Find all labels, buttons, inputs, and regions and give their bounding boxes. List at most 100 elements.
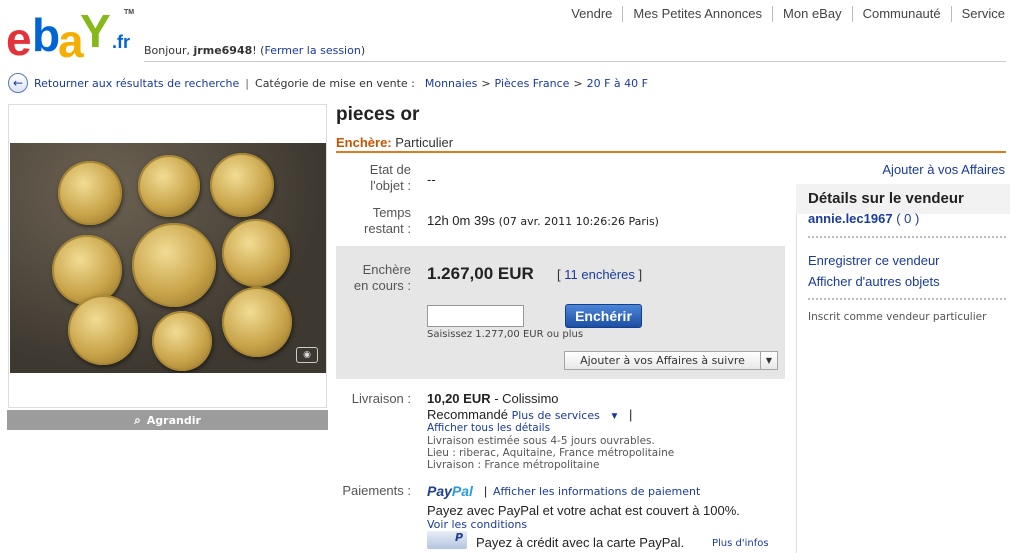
greeting-close: ): [360, 44, 366, 57]
shipping-label: Livraison :: [351, 391, 411, 406]
bid-amount-input[interactable]: [427, 305, 524, 327]
triangle-down-icon[interactable]: ▼: [609, 411, 619, 422]
coin: [52, 235, 122, 305]
breadcrumb-coins[interactable]: Monnaies: [425, 77, 477, 90]
more-services-link[interactable]: Plus de services: [512, 409, 600, 422]
coin: [68, 295, 138, 365]
delivery-region: Livraison : France métropolitaine: [427, 459, 600, 471]
logo-letter-a: a: [58, 15, 84, 67]
shipping-pipe: |: [629, 407, 633, 422]
payment-pipe: |: [484, 484, 488, 498]
time-label-line-2: restant :: [364, 221, 411, 236]
coin: [222, 287, 292, 357]
bid-count-open: [: [557, 267, 561, 282]
breadcrumb-arrow: >: [481, 76, 491, 90]
seller-divider: [808, 298, 1006, 300]
coin: [210, 153, 274, 217]
condition-label: Etat de l'objet :: [346, 162, 411, 194]
coin: [138, 155, 200, 217]
paypal-coverage: Payez avec PayPal et votre achat est cou…: [427, 503, 740, 518]
listing-type-label: Enchère:: [336, 135, 392, 150]
paypal-logo-pal: Pal: [451, 483, 473, 499]
shipping-details-link[interactable]: Afficher tous les détails: [427, 422, 550, 434]
condition-value: --: [427, 172, 436, 187]
nav-service[interactable]: Service: [950, 6, 1005, 22]
add-to-watchlist-link[interactable]: Ajouter à vos Affaires: [882, 162, 1005, 177]
item-location: Lieu : riberac, Aquitaine, France métrop…: [427, 447, 675, 459]
logo-letter-e: e: [6, 13, 32, 65]
chevron-down-icon[interactable]: ▼: [761, 352, 777, 369]
minimum-bid-hint: Saisissez 1.277,00 EUR ou plus: [427, 329, 584, 340]
seller-feedback-score[interactable]: ( 0 ): [896, 211, 919, 226]
logo-tld: .fr: [112, 32, 130, 52]
breadcrumb-arrow: >: [573, 76, 583, 90]
nav-community[interactable]: Communauté: [851, 6, 951, 22]
nav-classifieds[interactable]: Mes Petites Annonces: [622, 6, 772, 22]
condition-label-line-2: l'objet :: [370, 178, 411, 193]
coin: [152, 311, 212, 371]
seller-registration: Inscrit comme vendeur particulier: [808, 311, 987, 323]
category-label: Catégorie de mise en vente :: [255, 76, 415, 90]
breadcrumb: ← Retourner aux résultats de recherche |…: [8, 72, 648, 94]
coin: [222, 219, 290, 287]
delivery-estimate: Livraison estimée sous 4-5 jours ouvrabl…: [427, 435, 655, 447]
nav-my-ebay[interactable]: Mon eBay: [772, 6, 852, 22]
title-divider: [336, 151, 1006, 153]
breadcrumb-french-coins[interactable]: Pièces France: [495, 77, 570, 90]
shipping-price: 10,20 EUR: [427, 391, 491, 406]
shipping-cost: 10,20 EUR - Colissimo: [427, 391, 559, 406]
top-nav: Vendre Mes Petites Annonces Mon eBay Com…: [561, 6, 1005, 22]
current-bid-label: Enchère en cours :: [346, 262, 411, 294]
save-seller-link[interactable]: Enregistrer ce vendeur: [808, 253, 940, 268]
paypal-logo: PayPal: [427, 483, 473, 499]
breadcrumb-separator: |: [245, 76, 250, 90]
time-remaining-value: 12h 0m 39s: [427, 213, 495, 228]
time-label: Temps restant :: [346, 205, 411, 237]
logout-link[interactable]: Fermer la session: [264, 44, 360, 57]
place-bid-button[interactable]: Enchérir: [565, 304, 642, 328]
add-to-watchlist-button[interactable]: Ajouter à vos Affaires à suivre ▼: [564, 351, 778, 370]
listing-type-value: Particulier: [395, 135, 454, 150]
nav-sell[interactable]: Vendre: [561, 6, 622, 22]
listing-type: Enchère: Particulier: [336, 135, 453, 150]
shipping-method-1: - Colissimo: [494, 391, 559, 406]
payment-info-link[interactable]: Afficher les informations de paiement: [493, 486, 700, 498]
current-bid-price: 1.267,00 EUR: [427, 264, 534, 283]
ebay-logo[interactable]: e b a Y .fr TM: [6, 5, 136, 67]
logo-letter-b: b: [32, 9, 60, 61]
item-title: pieces or: [336, 104, 420, 125]
username: jrme6948: [193, 44, 253, 57]
enlarge-button[interactable]: ⌕ Agrandir: [7, 410, 328, 430]
back-arrow-icon[interactable]: ←: [8, 73, 28, 93]
logo-trademark: TM: [124, 9, 135, 16]
payment-label: Paiements :: [342, 483, 411, 498]
more-info-link[interactable]: Plus d'infos: [712, 538, 769, 550]
conditions-link[interactable]: Voir les conditions: [427, 519, 527, 531]
item-photo[interactable]: ◉: [10, 143, 326, 373]
magnifier-icon: ⌕: [134, 412, 141, 427]
end-date: (07 avr. 2011 10:26:26 Paris): [498, 215, 659, 228]
breadcrumb-20-40-francs[interactable]: 20 F à 40 F: [587, 77, 648, 90]
condition-label-line-1: Etat de: [369, 162, 411, 177]
bid-count: [ 11 enchères ]: [557, 267, 642, 282]
item-image-frame: ◉: [8, 104, 327, 408]
bid-count-close: ]: [638, 267, 643, 282]
shipping-method-row: Recommandé Plus de services ▼ |: [427, 407, 632, 422]
paypal-credit: Payez à crédit avec la carte PayPal.: [476, 535, 685, 550]
back-to-results-link[interactable]: Retourner aux résultats de recherche: [34, 77, 239, 90]
bid-history-link[interactable]: 11 enchères: [564, 267, 635, 282]
other-items-link[interactable]: Afficher d'autres objets: [808, 274, 940, 289]
seller-identity: annie.lec1967 ( 0 ): [808, 211, 919, 226]
camera-icon: ◉: [296, 347, 318, 363]
seller-name-link[interactable]: annie.lec1967: [808, 211, 893, 226]
coin: [132, 223, 216, 307]
logo-letter-y: Y: [80, 5, 111, 57]
coin: [58, 161, 122, 225]
seller-divider: [808, 236, 1006, 238]
enlarge-label: Agrandir: [146, 413, 201, 427]
header-divider: [144, 61, 1006, 62]
greeting: Bonjour, jrme6948! (Fermer la session): [144, 44, 365, 57]
time-label-line-1: Temps: [372, 205, 411, 220]
greeting-suffix: ! (: [252, 44, 265, 57]
shipping-method-2: Recommandé: [427, 407, 508, 422]
